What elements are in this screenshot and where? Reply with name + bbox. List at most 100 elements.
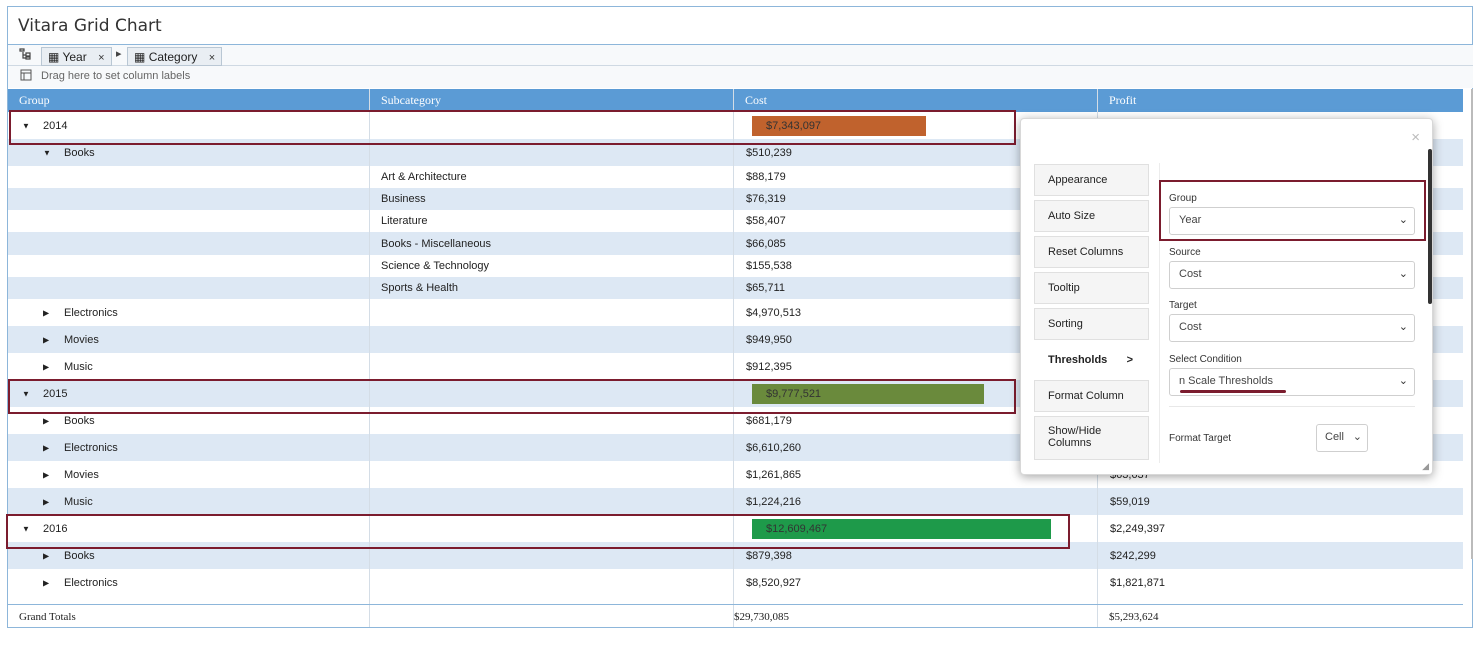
source-select[interactable]: Cost ⌄ [1169, 261, 1415, 289]
target-select-value: Cost [1179, 321, 1202, 333]
cost-cell: $66,085 [746, 237, 786, 250]
row-grouping-toolbar: ▦ Year × ▸ ▦ Category × [8, 44, 1473, 66]
menu-item-label: Appearance [1048, 174, 1108, 186]
cost-cell: $1,224,216 [746, 495, 802, 508]
header-group[interactable]: Group [19, 93, 50, 108]
group-cell: Electronics [64, 576, 118, 589]
menu-item-label: Thresholds [1048, 354, 1108, 366]
group-cell: Books [64, 146, 95, 159]
menu-item-tooltip[interactable]: Tooltip [1034, 272, 1149, 304]
menu-item-auto-size[interactable]: Auto Size [1034, 200, 1149, 232]
column-format-popup: × Appearance Auto Size Reset Columns Toolti… [1020, 118, 1433, 475]
chevron-right-icon: > [1126, 354, 1133, 366]
menu-item-appearance[interactable]: Appearance [1034, 164, 1149, 196]
group-label: Group [1169, 193, 1197, 204]
expand-caret-icon[interactable]: ▶ [43, 497, 49, 506]
format-target-value: Cell [1325, 431, 1344, 443]
condition-underline-mark [1180, 390, 1286, 393]
cost-cell: $4,970,513 [746, 306, 802, 319]
expand-caret-icon[interactable]: ▶ [43, 551, 49, 560]
cost-cell: $76,319 [746, 193, 786, 205]
expand-caret-icon[interactable]: ▶ [43, 443, 49, 452]
remove-year-icon[interactable]: × [98, 52, 104, 64]
menu-item-label: Show/Hide Columns [1048, 425, 1102, 449]
condition-select-value: n Scale Thresholds [1179, 375, 1273, 387]
category-chip[interactable]: ▦ Category × [127, 47, 223, 66]
profit-cell: $59,019 [1110, 495, 1150, 508]
format-target-label: Format Target [1169, 433, 1232, 444]
close-icon[interactable]: × [1411, 129, 1420, 146]
format-target-select[interactable]: Cell ⌄ [1316, 424, 1368, 452]
expand-caret-icon[interactable]: ▶ [43, 362, 49, 371]
menu-item-show-hide-columns[interactable]: Show/Hide Columns [1034, 416, 1149, 460]
group-select[interactable]: Year ⌄ [1169, 207, 1415, 235]
remove-category-icon[interactable]: × [209, 52, 215, 64]
header-profit[interactable]: Profit [1109, 93, 1136, 108]
expand-caret-icon[interactable]: ▶ [43, 470, 49, 479]
group-select-value: Year [1179, 214, 1202, 226]
condition-label: Select Condition [1169, 354, 1242, 365]
category-chip-label: Category [148, 50, 198, 64]
menu-item-thresholds[interactable]: Thresholds > [1034, 344, 1149, 376]
menu-item-label: Format Column [1048, 390, 1124, 402]
cost-cell: $88,179 [746, 171, 786, 183]
grid-icon: ▦ [48, 50, 60, 64]
chip-arrow-icon: ▸ [116, 48, 122, 60]
profit-cell: $2,249,397 [1110, 522, 1166, 535]
chevron-down-icon: ⌄ [1398, 375, 1408, 387]
target-label: Target [1169, 300, 1197, 311]
group-cell: Books [64, 549, 95, 562]
table-row[interactable]: ▶ Music $1,224,216 $59,019 [8, 488, 1463, 515]
drag-hint: Drag here to set column labels [41, 70, 191, 82]
grand-totals-cost: $29,730,085 [734, 611, 789, 623]
cost-cell: $681,179 [746, 414, 792, 427]
grid-icon: ▦ [134, 50, 146, 64]
grand-totals-row: Grand Totals $29,730,085 $5,293,624 [8, 604, 1463, 628]
cost-cell: $879,398 [746, 549, 792, 562]
cost-cell: $65,711 [746, 282, 785, 294]
menu-item-label: Sorting [1048, 318, 1083, 330]
expand-caret-icon[interactable]: ▶ [43, 578, 49, 587]
chevron-down-icon: ⌄ [1398, 321, 1408, 333]
cost-cell: $6,610,260 [746, 441, 802, 454]
column-labels-dropzone[interactable]: Drag here to set column labels [8, 66, 1473, 88]
year-chip[interactable]: ▦ Year × [41, 47, 112, 66]
menu-item-reset-columns[interactable]: Reset Columns [1034, 236, 1149, 268]
header-subcategory[interactable]: Subcategory [381, 93, 441, 108]
column-labels-icon [20, 69, 32, 84]
profit-cell: $242,299 [1110, 549, 1156, 562]
header-cost[interactable]: Cost [745, 93, 767, 108]
profit-cell: $1,821,871 [1110, 576, 1166, 589]
cost-cell: $510,239 [746, 146, 792, 159]
group-cell: Music [64, 360, 93, 373]
resize-handle-icon[interactable]: ◢ [1422, 461, 1429, 472]
cost-cell: $155,538 [746, 260, 792, 272]
popup-scrollbar[interactable] [1428, 149, 1432, 304]
menu-item-label: Tooltip [1048, 282, 1080, 294]
grid-header: Group Subcategory Cost Profit [8, 89, 1463, 112]
year-chip-label: Year [62, 50, 87, 64]
menu-item-sorting[interactable]: Sorting [1034, 308, 1149, 340]
tree-icon[interactable] [19, 48, 31, 63]
cost-cell: $1,261,865 [746, 468, 802, 481]
expand-caret-icon[interactable]: ▶ [43, 308, 49, 317]
group-cell: Books [64, 414, 95, 427]
subcategory-cell: Sports & Health [381, 282, 459, 294]
subcategory-cell: Literature [381, 215, 428, 227]
chevron-down-icon: ⌄ [1352, 431, 1362, 443]
expand-caret-icon[interactable]: ▶ [43, 335, 49, 344]
collapse-caret-icon[interactable]: ▼ [43, 148, 51, 157]
group-cell: Electronics [64, 441, 118, 454]
chevron-down-icon: ⌄ [1398, 268, 1408, 280]
expand-caret-icon[interactable]: ▶ [43, 416, 49, 425]
table-row[interactable]: ▶ Electronics $8,520,927 $1,821,871 [8, 569, 1463, 596]
cost-cell: $8,520,927 [746, 576, 802, 589]
highlight-box-2015 [8, 379, 1016, 414]
target-select[interactable]: Cost ⌄ [1169, 314, 1415, 342]
chevron-down-icon: ⌄ [1398, 214, 1408, 226]
cost-cell: $58,407 [746, 215, 786, 227]
source-select-value: Cost [1179, 268, 1202, 280]
menu-item-format-column[interactable]: Format Column [1034, 380, 1149, 412]
cost-cell: $949,950 [746, 333, 792, 346]
highlight-box-2016 [6, 514, 1070, 549]
